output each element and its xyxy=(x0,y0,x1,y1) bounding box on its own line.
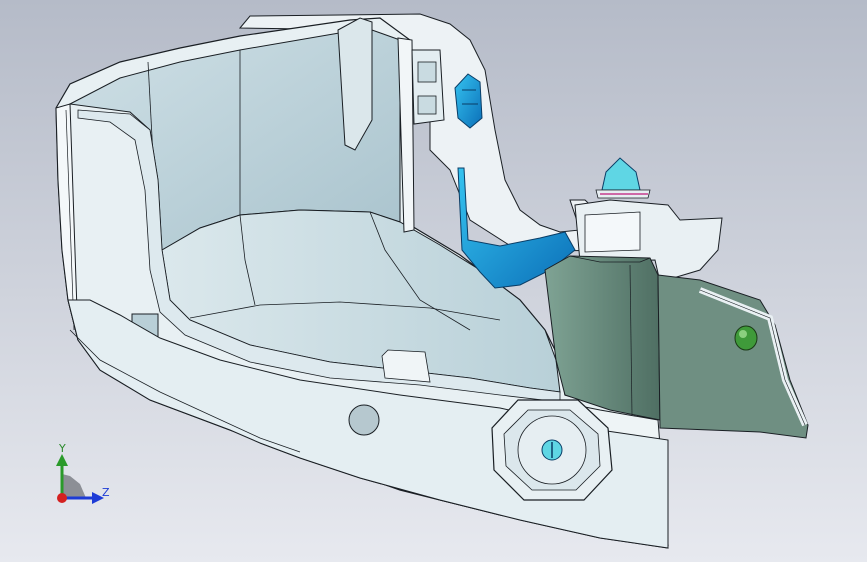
x-axis-dot xyxy=(57,493,67,503)
coordinate-triad: Y Z xyxy=(50,440,120,510)
round-hole xyxy=(348,404,380,436)
triad-gray-sector xyxy=(62,474,86,498)
green-pin xyxy=(734,325,758,351)
z-axis-label: Z xyxy=(102,486,110,499)
y-axis-label: Y xyxy=(59,442,66,455)
y-axis-arrow xyxy=(56,454,68,466)
bumper-bracket-model[interactable] xyxy=(0,0,867,562)
floor-tab xyxy=(381,349,431,383)
cad-3d-viewport[interactable]: Y Z xyxy=(0,0,867,562)
